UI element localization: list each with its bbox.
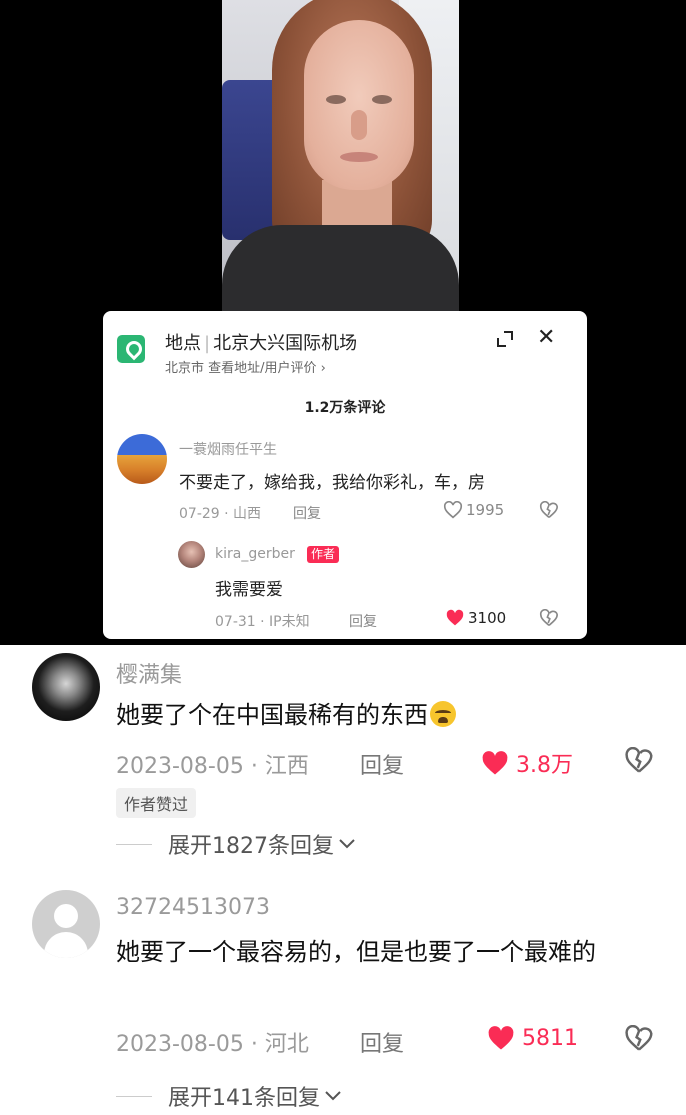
location-card: 地点 | 北京大兴国际机场 北京市 查看地址/用户评价 › ✕ 1.2万条评论 一蓑… xyxy=(103,311,587,639)
comment-text: 她要了一个最容易的，但是也要了一个最难的 xyxy=(116,938,596,966)
location-title[interactable]: 地点 | 北京大兴国际机场 xyxy=(165,329,357,355)
heart-outline-icon xyxy=(443,501,463,519)
close-icon[interactable]: ✕ xyxy=(537,327,555,349)
avatar-head xyxy=(54,904,78,928)
reply-button[interactable]: 回复 xyxy=(360,748,404,780)
mouth xyxy=(340,152,378,162)
heart-filled-icon xyxy=(488,1026,514,1050)
location-label: 地点 xyxy=(165,333,201,354)
reply-button[interactable]: 回复 xyxy=(293,503,321,523)
expand-icon[interactable] xyxy=(495,329,515,349)
avatar-body xyxy=(44,932,88,958)
location-subtitle[interactable]: 北京市 查看地址/用户评价 › xyxy=(165,357,326,376)
divider xyxy=(116,1095,152,1097)
comment-username[interactable]: 32724513073 xyxy=(116,895,270,920)
heart-filled-icon xyxy=(482,750,508,775)
comment-meta: 07-31 · IP未知 xyxy=(215,614,310,630)
author-liked-badge: 作者赞过 xyxy=(116,788,197,818)
location-place: 北京大兴国际机场 xyxy=(213,333,358,354)
eye-left xyxy=(326,95,346,104)
author-badge: 作者 xyxy=(307,546,340,563)
comment-meta: 2023-08-05 · 河北 xyxy=(116,1032,309,1057)
heart-filled-icon xyxy=(446,609,464,626)
broken-heart-icon[interactable] xyxy=(624,747,654,774)
divider xyxy=(116,843,152,845)
eye-right xyxy=(372,95,392,104)
like-count: 5811 xyxy=(522,1026,578,1051)
reply-button[interactable]: 回复 xyxy=(349,611,377,631)
broken-heart-icon[interactable] xyxy=(624,1025,654,1052)
comment-meta: 2023-08-05 · 江西 xyxy=(116,754,309,779)
avatar[interactable] xyxy=(32,653,100,721)
comment-username[interactable]: 一蓑烟雨任平生 xyxy=(179,439,277,459)
comment-username[interactable]: kira_gerber xyxy=(215,546,295,562)
like-button[interactable]: 3.8万 xyxy=(480,747,573,779)
like-button[interactable]: 1995 xyxy=(443,501,504,519)
expand-replies-label: 展开141条回复 xyxy=(168,1086,320,1111)
comment-username[interactable]: 樱满集 xyxy=(116,657,182,689)
avatar[interactable] xyxy=(178,541,205,568)
crying-emoji-icon xyxy=(430,701,456,727)
person-face xyxy=(304,20,414,190)
map-pin-icon xyxy=(117,335,145,363)
comment-text: 不要走了，嫁给我，我给你彩礼，车，房 xyxy=(179,473,485,493)
like-button[interactable]: 5811 xyxy=(486,1025,578,1052)
person-shirt xyxy=(222,225,459,318)
video-area[interactable]: 地点 | 北京大兴国际机场 北京市 查看地址/用户评价 › ✕ 1.2万条评论 一蓑… xyxy=(0,0,686,645)
nose xyxy=(351,110,367,140)
expand-replies-button[interactable]: 展开1827条回复 xyxy=(116,828,356,860)
like-count: 3.8万 xyxy=(516,753,573,778)
comment-text: 她要了个在中国最稀有的东西 xyxy=(116,694,656,736)
avatar[interactable] xyxy=(32,890,100,958)
chevron-down-icon xyxy=(325,1091,341,1101)
comment-count: 1.2万条评论 xyxy=(304,400,386,416)
chevron-down-icon xyxy=(339,839,355,849)
like-button[interactable]: 3100 xyxy=(445,609,506,627)
expand-replies-button[interactable]: 展开141条回复 xyxy=(116,1080,342,1112)
broken-heart-icon[interactable] xyxy=(539,609,559,627)
comment-meta: 07-29 · 山西 xyxy=(179,506,262,522)
expand-replies-label: 展开1827条回复 xyxy=(168,834,334,859)
like-count: 1995 xyxy=(466,501,505,519)
video-frame xyxy=(222,0,459,318)
comment-text-body: 她要了个在中国最稀有的东西 xyxy=(116,701,428,729)
avatar[interactable] xyxy=(117,434,167,484)
comment-text: 我需要爱 xyxy=(215,580,283,600)
broken-heart-icon[interactable] xyxy=(539,501,559,519)
like-count: 3100 xyxy=(468,609,507,627)
reply-button[interactable]: 回复 xyxy=(360,1026,404,1058)
